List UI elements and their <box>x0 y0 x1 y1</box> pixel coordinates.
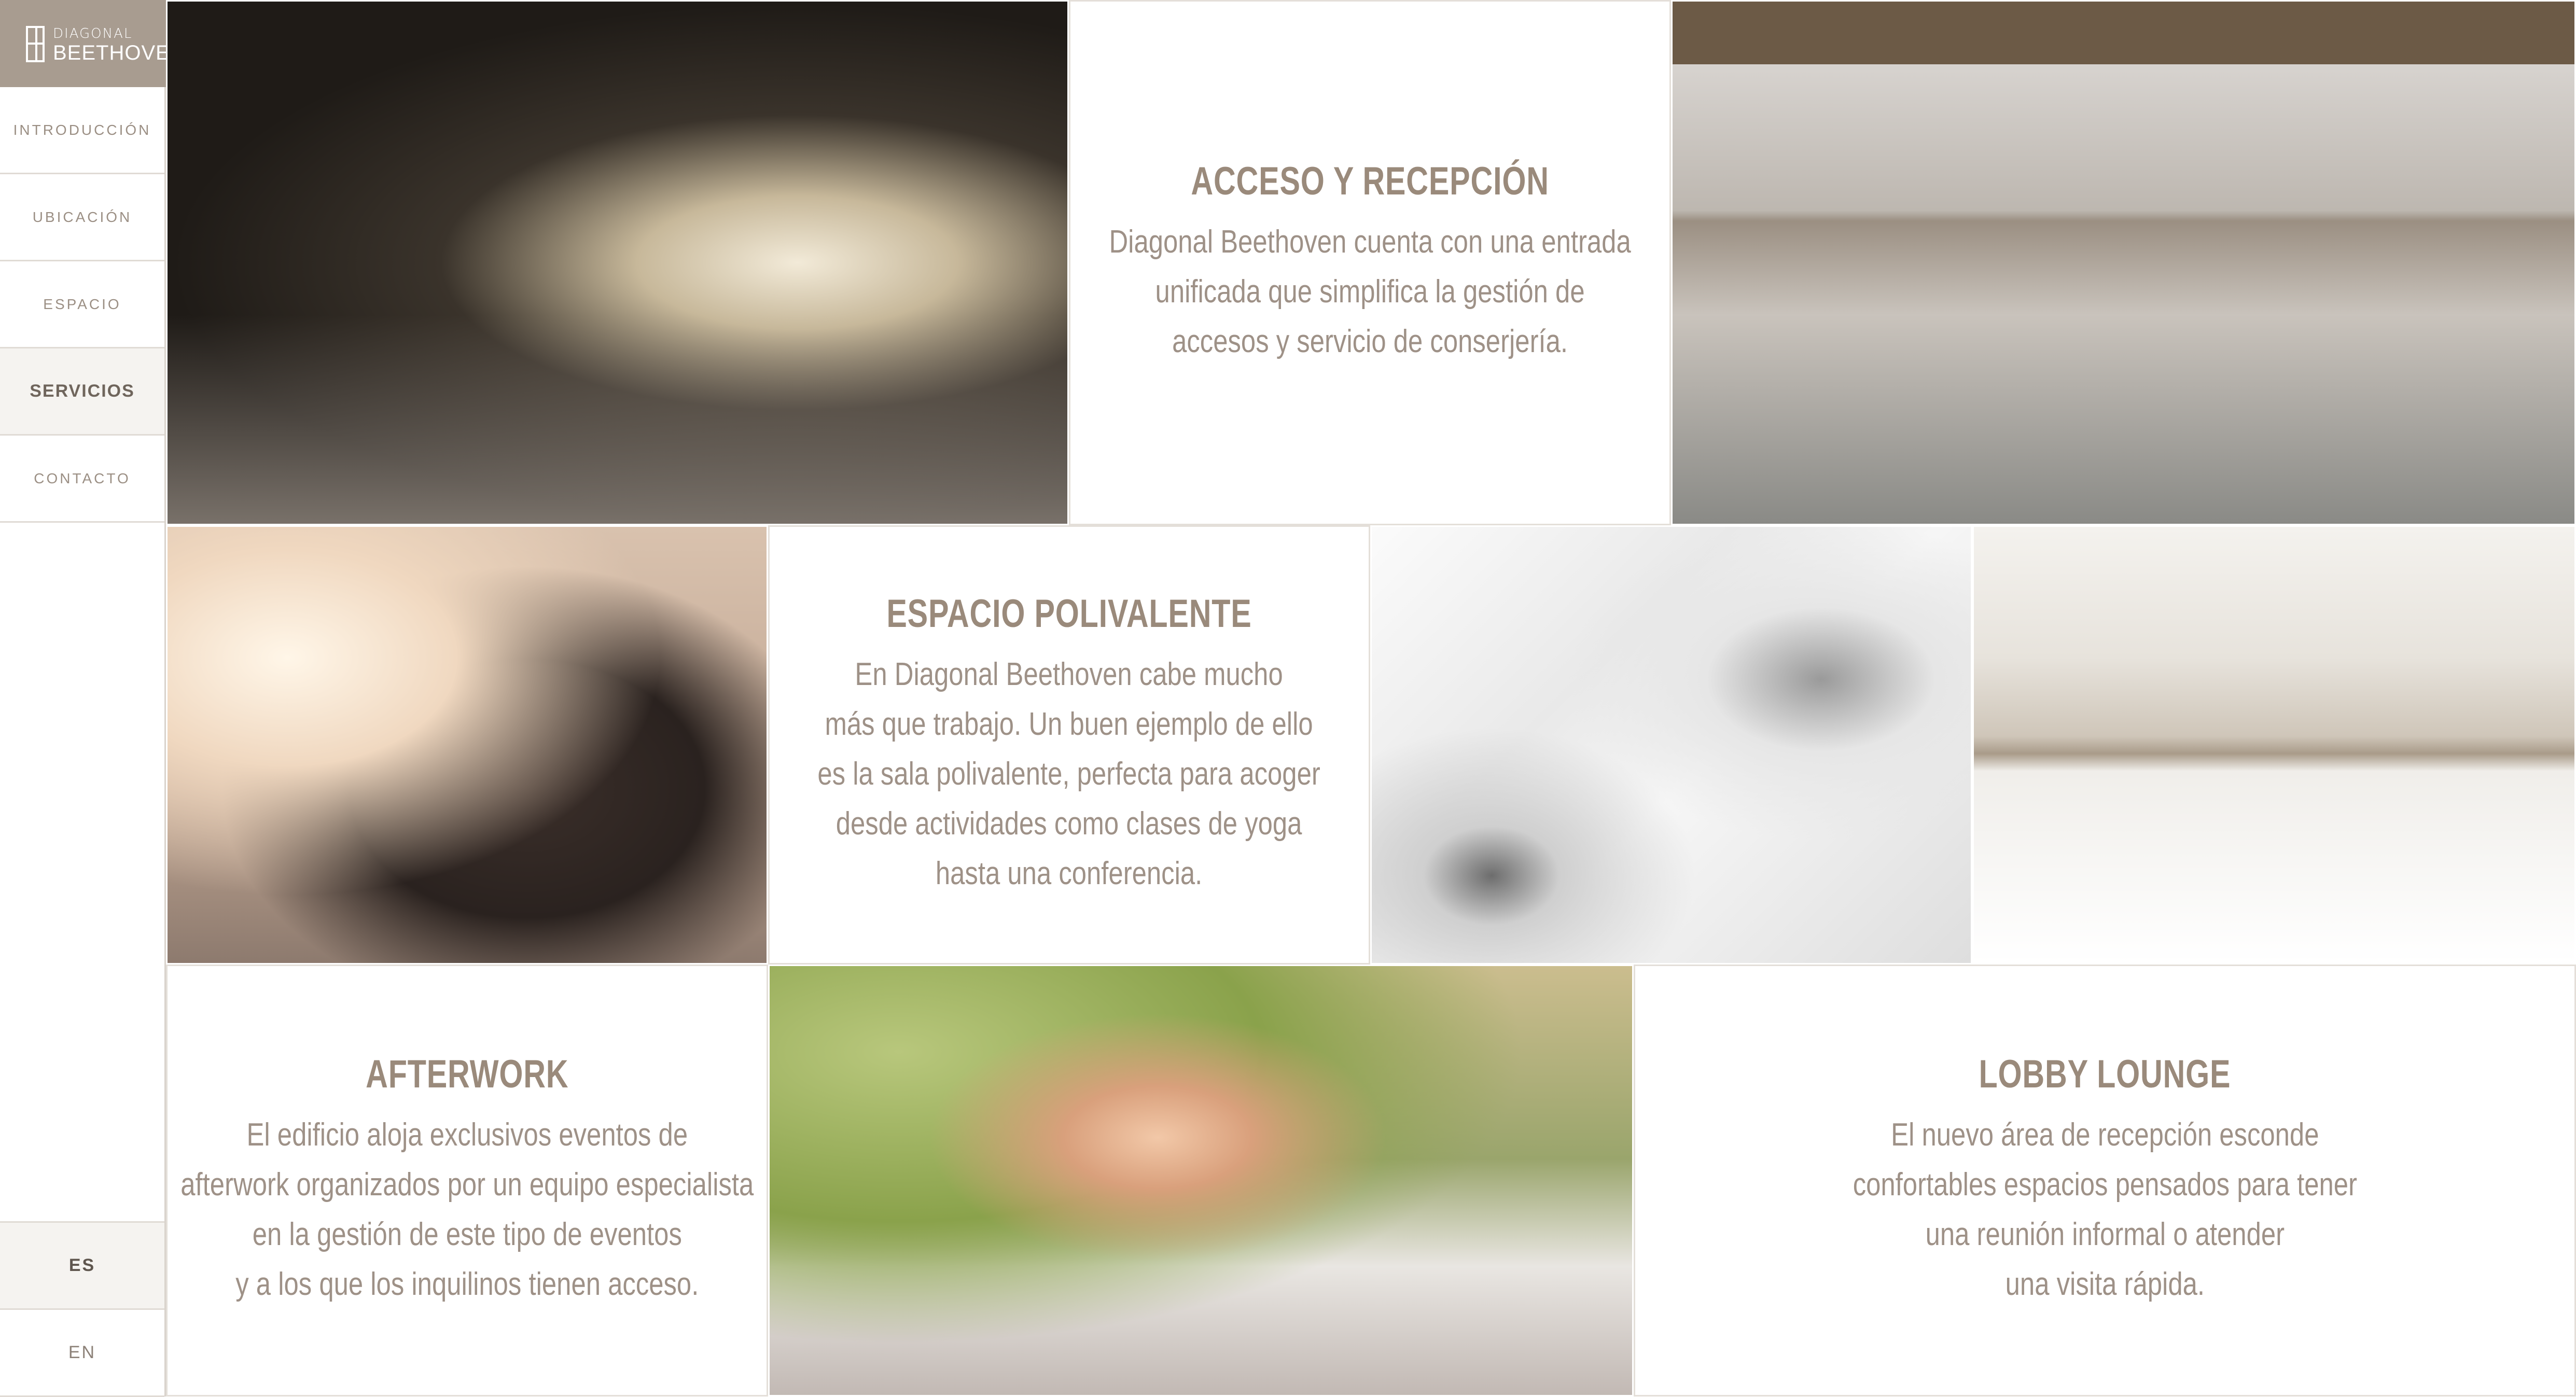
section-text: Diagonal Beethoven cuenta con una entrad… <box>1109 217 1631 367</box>
text-line: Diagonal Beethoven cuenta con una entrad… <box>1109 224 1631 260</box>
section-acceso-recepcion: ACCESO Y RECEPCIÓN Diagonal Beethoven cu… <box>1069 0 1671 525</box>
logo-mark-icon <box>26 26 45 62</box>
section-text: En Diagonal Beethoven cabe mucho más que… <box>818 650 1320 899</box>
nav-item-servicios[interactable]: SERVICIOS <box>0 348 164 436</box>
main-nav: INTRODUCCIÓN UBICACIÓN ESPACIO SERVICIOS… <box>0 87 164 523</box>
section-title: AFTERWORK <box>365 1052 569 1096</box>
yoga-image <box>166 525 768 965</box>
section-title: LOBBY LOUNGE <box>1979 1052 2231 1096</box>
text-line: en la gestión de este tipo de eventos <box>252 1217 682 1252</box>
marble-texture-image <box>1370 525 1972 965</box>
brand-logo[interactable]: DIAGONAL BEETHOVEN <box>0 0 185 87</box>
text-line: hasta una conferencia. <box>936 856 1203 891</box>
lang-en[interactable]: EN <box>0 1310 164 1397</box>
nav-item-contacto[interactable]: CONTACTO <box>0 436 164 523</box>
open-office-image <box>1972 525 2576 965</box>
language-switcher: ES EN <box>0 1221 164 1397</box>
brand-small-text: DIAGONAL <box>53 26 133 41</box>
text-line: En Diagonal Beethoven cabe mucho <box>855 656 1284 692</box>
section-title: ESPACIO POLIVALENTE <box>886 592 1252 636</box>
sidebar: DIAGONAL BEETHOVEN INTRODUCCIÓN UBICACIÓ… <box>0 0 185 1397</box>
plaza-image <box>1671 0 2576 525</box>
text-line: accesos y servicio de conserjería. <box>1172 324 1568 359</box>
section-title: ACCESO Y RECEPCIÓN <box>1191 159 1549 203</box>
text-line: desde actividades como clases de yoga <box>836 806 1302 842</box>
lang-es[interactable]: ES <box>0 1223 164 1310</box>
reception-image <box>166 0 1069 525</box>
nav-item-espacio[interactable]: ESPACIO <box>0 261 164 348</box>
text-line: una visita rápida. <box>2005 1266 2205 1302</box>
text-line: es la sala polivalente, perfecta para ac… <box>817 756 1321 792</box>
section-text: El edificio aloja exclusivos eventos de … <box>180 1110 754 1309</box>
text-line: El edificio aloja exclusivos eventos de <box>246 1117 688 1153</box>
text-line: El nuevo área de recepción esconde <box>1890 1117 2319 1153</box>
section-espacio-polivalente: ESPACIO POLIVALENTE En Diagonal Beethove… <box>768 525 1370 965</box>
text-line: confortables espacios pensados para tene… <box>1853 1167 2357 1203</box>
text-line: unificada que simplifica la gestión de <box>1155 274 1585 310</box>
text-line: más que trabajo. Un buen ejemplo de ello <box>825 706 1314 742</box>
section-afterwork: AFTERWORK El edificio aloja exclusivos e… <box>166 965 768 1396</box>
text-line: afterwork organizados por un equipo espe… <box>180 1167 754 1203</box>
afterwork-event-image <box>768 965 1634 1396</box>
text-line: una reunión informal o atender <box>1925 1217 2285 1252</box>
nav-item-introduccion[interactable]: INTRODUCCIÓN <box>0 87 164 174</box>
section-text: El nuevo área de recepción esconde confo… <box>1853 1110 2357 1309</box>
section-lobby-lounge: LOBBY LOUNGE El nuevo área de recepción … <box>1634 965 2576 1396</box>
text-line: y a los que los inquilinos tienen acceso… <box>235 1266 699 1302</box>
nav-item-ubicacion[interactable]: UBICACIÓN <box>0 174 164 261</box>
